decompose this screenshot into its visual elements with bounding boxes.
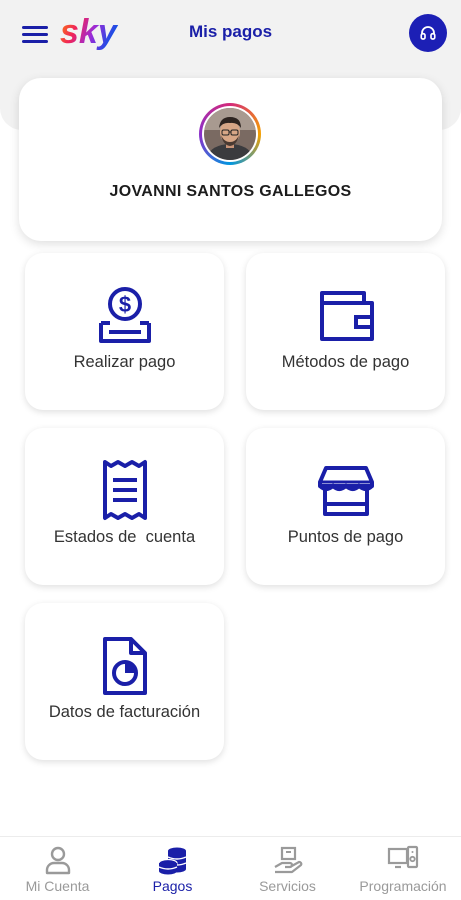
receipt-icon (102, 460, 147, 520)
devices-icon (387, 845, 419, 869)
user-icon (45, 846, 70, 875)
tile-label: Estados de cuenta (53, 528, 196, 546)
nav-label: Servicios (259, 878, 316, 894)
bottom-navigation: Mi Cuenta Pagos Servicios Programación (0, 836, 461, 900)
service-box-icon (273, 846, 302, 874)
tile-realizar-pago[interactable]: $ Realizar pago (25, 253, 224, 410)
nav-programacion[interactable]: Programación (345, 837, 461, 900)
nav-mi-cuenta[interactable]: Mi Cuenta (0, 837, 115, 900)
tile-metodos-de-pago[interactable]: Métodos de pago (246, 253, 445, 410)
app-header: sky Mis pagos (0, 0, 461, 70)
money-hand-icon: $ (98, 287, 151, 343)
coins-icon (157, 847, 186, 875)
nav-label: Pagos (152, 878, 193, 894)
headset-icon (420, 26, 436, 40)
tile-puntos-de-pago[interactable]: Puntos de pago (246, 428, 445, 585)
storefront-icon (317, 466, 374, 516)
page-title: Mis pagos (188, 22, 273, 41)
help-button[interactable] (409, 14, 447, 52)
avatar[interactable] (199, 103, 261, 165)
tile-label: Métodos de pago (281, 353, 410, 371)
wallet-icon (319, 291, 374, 341)
profile-card: JOVANNI SANTOS GALLEGOS (19, 78, 442, 241)
tile-label: Realizar pago (73, 353, 176, 371)
svg-text:$: $ (118, 292, 130, 317)
tile-label: Datos de facturación (48, 703, 201, 721)
nav-servicios[interactable]: Servicios (230, 837, 345, 900)
nav-pagos[interactable]: Pagos (115, 837, 230, 900)
invoice-chart-icon (102, 637, 147, 695)
tile-label: Puntos de pago (287, 528, 404, 546)
nav-label: Mi Cuenta (25, 878, 90, 894)
tile-estados-de-cuenta[interactable]: Estados de cuenta (25, 428, 224, 585)
user-photo (204, 108, 256, 160)
tile-datos-de-facturacion[interactable]: Datos de facturación (25, 603, 224, 760)
nav-label: Programación (359, 878, 447, 894)
user-name: JOVANNI SANTOS GALLEGOS (109, 183, 352, 200)
